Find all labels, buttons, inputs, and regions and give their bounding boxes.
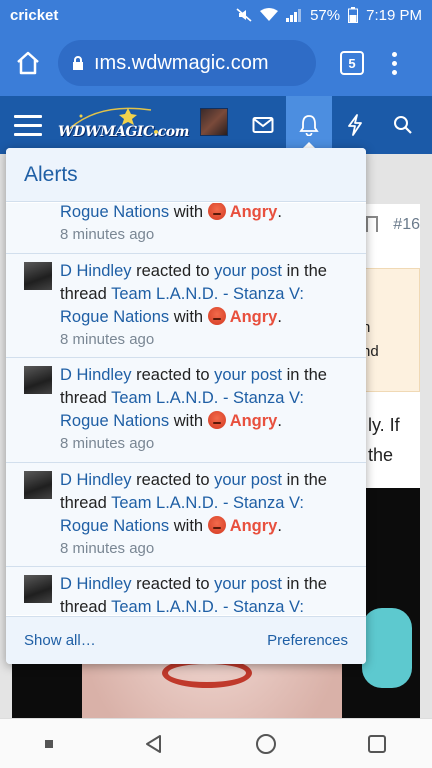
alert-post-link[interactable]: your post <box>214 366 282 384</box>
back-icon[interactable] <box>143 733 165 755</box>
alert-user-link[interactable]: D Hindley <box>60 262 132 280</box>
angry-reaction-icon <box>207 306 226 325</box>
post-number[interactable]: #16 <box>393 216 420 234</box>
alerts-title: Alerts <box>24 162 78 186</box>
mute-icon <box>236 8 252 22</box>
alert-text: D Hindley reacted to your post in the th… <box>60 203 356 224</box>
tab-switcher-button[interactable]: 5 <box>340 51 364 75</box>
alert-reaction: Angry <box>229 203 278 221</box>
bell-icon <box>299 115 319 136</box>
alert-verb: reacted to <box>136 575 210 593</box>
alert-with-text: with <box>173 203 204 221</box>
angry-reaction-icon <box>207 515 226 534</box>
envelope-icon <box>252 117 274 133</box>
alert-time: 8 minutes ago <box>60 226 155 243</box>
bookmark-icon[interactable] <box>366 216 378 232</box>
alert-with-text: with <box>173 307 204 326</box>
alert-item[interactable]: D Hindley reacted to your post in the th… <box>6 253 366 358</box>
alert-user-link[interactable]: D Hindley <box>60 575 132 593</box>
alert-text: D Hindley reacted to your post in the th… <box>60 469 356 538</box>
alert-time: 8 minutes ago <box>60 539 155 557</box>
alert-post-link[interactable]: your post <box>214 471 282 489</box>
alerts-header: Alerts <box>6 148 366 202</box>
alert-item[interactable]: D Hindley reacted to your post in the th… <box>6 358 366 463</box>
tab-count: 5 <box>348 55 356 71</box>
alerts-popup: Alerts D Hindley reacted to your post in… <box>6 148 366 664</box>
alert-item[interactable]: D Hindley reacted to your post in the th… <box>6 567 366 615</box>
logo-text: WDWMAGIC.com <box>58 124 189 140</box>
recent-apps-dot-icon[interactable] <box>45 739 53 748</box>
alert-user-link[interactable]: D Hindley <box>60 366 132 384</box>
alert-avatar[interactable] <box>24 470 52 499</box>
url-text: ıms.wdwmagic.com <box>94 51 269 74</box>
carrier-label: cricket <box>10 6 59 24</box>
wifi-icon <box>260 8 279 21</box>
alert-with-text: with <box>173 516 204 535</box>
signal-icon <box>286 9 302 22</box>
alert-avatar[interactable] <box>24 261 52 290</box>
user-avatar[interactable] <box>200 108 228 136</box>
android-nav-bar <box>0 718 432 768</box>
alerts-list[interactable]: D Hindley reacted to your post in the th… <box>6 203 366 615</box>
browser-toolbar: ıms.wdwmagic.com 5 <box>0 30 432 96</box>
alert-avatar[interactable] <box>24 366 52 394</box>
alert-text: D Hindley reacted to your post in the th… <box>60 364 356 433</box>
show-all-link[interactable]: Show all… <box>24 632 96 649</box>
alerts-footer: Show all… Preferences <box>6 616 366 664</box>
preferences-link[interactable]: Preferences <box>267 632 348 649</box>
site-logo[interactable]: WDWMAGIC.com <box>56 102 189 148</box>
angry-reaction-icon <box>207 411 226 429</box>
alert-post-link[interactable]: your post <box>214 575 282 593</box>
alert-post-link[interactable]: your post <box>214 262 282 280</box>
alert-text: D Hindley reacted to your post in the th… <box>60 260 356 329</box>
alert-verb: reacted to <box>136 261 210 280</box>
search-icon <box>394 116 412 134</box>
post-body-text: ly. If the <box>368 415 400 465</box>
alert-with-text: with <box>173 412 204 430</box>
alert-period: . <box>277 307 282 326</box>
alert-verb: reacted to <box>136 366 210 384</box>
whats-new-button[interactable] <box>332 96 378 154</box>
alert-reaction: Angry <box>229 412 278 430</box>
home-button[interactable] <box>10 45 46 81</box>
alert-period: . <box>277 516 282 535</box>
alert-verb: reacted to <box>136 470 210 489</box>
alert-item[interactable]: D Hindley reacted to your post in the th… <box>6 462 366 567</box>
status-bar: cricket 57% 7:19 PM <box>0 0 432 30</box>
alert-period: . <box>277 412 282 430</box>
alert-reaction: Angry <box>229 516 278 535</box>
battery-percent: 57% <box>310 6 341 24</box>
clock: 7:19 PM <box>366 6 422 24</box>
home-circle-icon[interactable] <box>255 733 277 755</box>
lightning-icon <box>348 114 362 136</box>
alert-reaction: Angry <box>229 307 278 326</box>
hamburger-menu-icon[interactable] <box>14 114 42 136</box>
alert-text: D Hindley reacted to your post in the th… <box>60 573 356 615</box>
overview-square-icon[interactable] <box>367 734 387 754</box>
inbox-button[interactable] <box>240 96 286 154</box>
lock-icon <box>73 56 83 70</box>
angry-reaction-icon <box>207 203 226 220</box>
url-bar[interactable]: ıms.wdwmagic.com <box>58 40 316 86</box>
site-header: WDWMAGIC.com <box>0 96 432 154</box>
battery-icon <box>348 7 359 23</box>
alert-user-link[interactable]: D Hindley <box>60 471 132 489</box>
alert-avatar[interactable] <box>24 575 52 603</box>
home-icon <box>17 51 39 75</box>
alert-period: . <box>277 203 282 221</box>
alert-time: 8 minutes ago <box>60 435 155 452</box>
alert-item[interactable]: D Hindley reacted to your post in the th… <box>6 203 366 254</box>
search-button[interactable] <box>380 96 426 154</box>
alert-time: 8 minutes ago <box>60 330 155 348</box>
browser-menu-button[interactable] <box>384 51 404 75</box>
